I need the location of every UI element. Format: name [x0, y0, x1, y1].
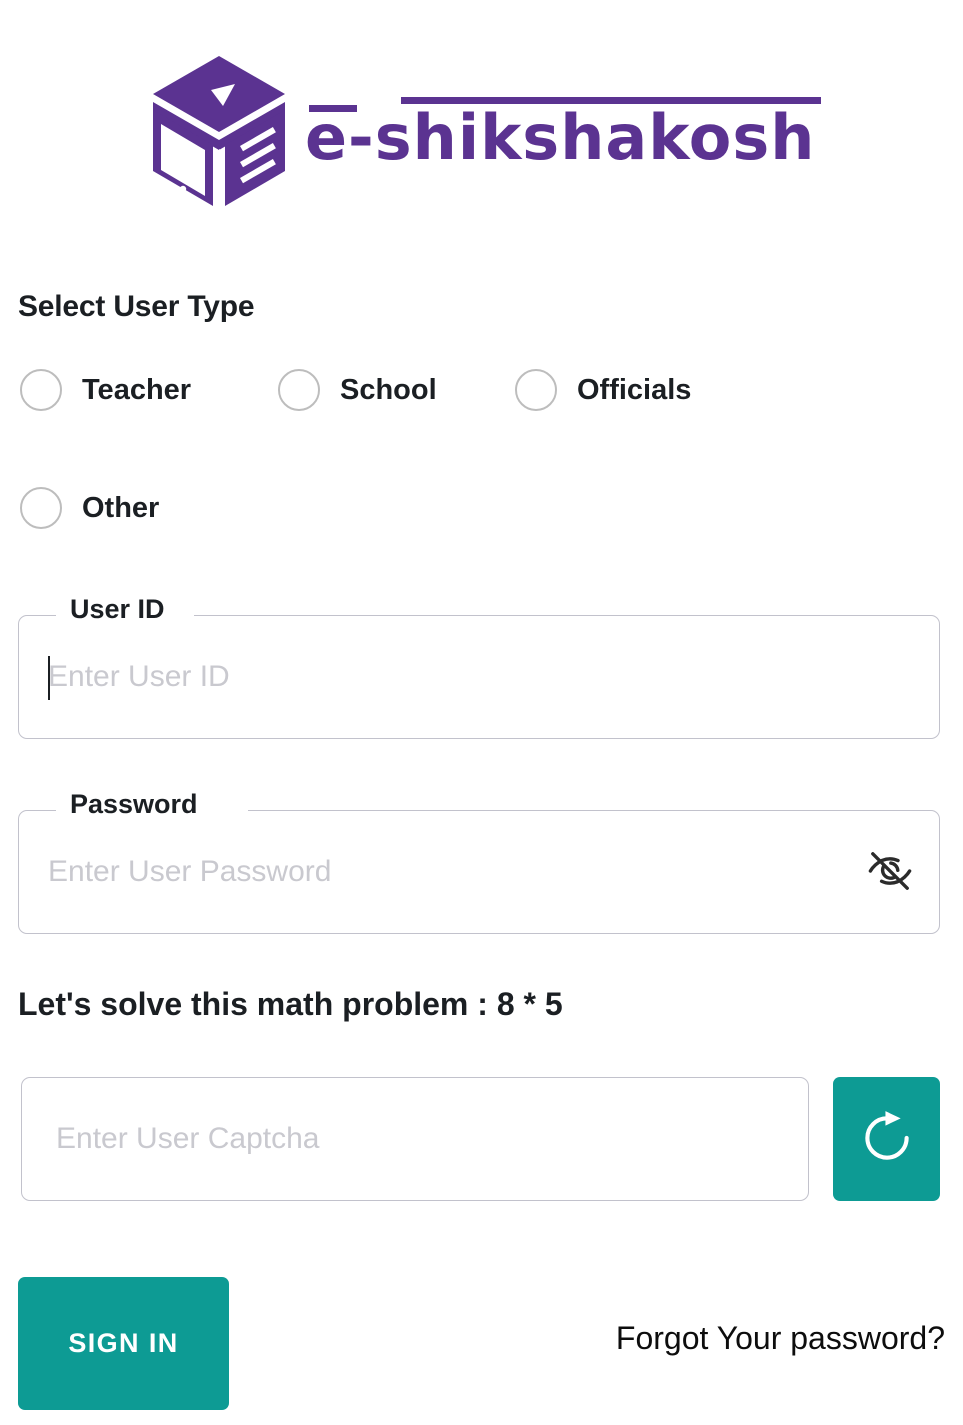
svg-text:e-shikshakosh: e-shikshakosh — [305, 101, 815, 174]
password-input[interactable] — [48, 810, 856, 934]
brand-wordmark: e-shikshakosh — [305, 70, 825, 190]
radio-label-school: School — [340, 373, 437, 406]
password-field[interactable]: Password — [18, 791, 940, 934]
forgot-password-link[interactable]: Forgot Your password? — [616, 1320, 945, 1357]
refresh-icon — [856, 1107, 918, 1172]
user-id-field[interactable]: User ID — [18, 596, 940, 739]
user-type-heading: Select User Type — [18, 290, 255, 323]
login-page: e-shikshakosh Select User Type Teacher S… — [0, 0, 963, 1425]
password-visibility-toggle[interactable] — [862, 844, 918, 900]
captcha-input[interactable] — [56, 1078, 788, 1200]
radio-label-officials: Officials — [577, 373, 692, 406]
radio-label-other: Other — [82, 491, 160, 524]
user-type-row-2: Other — [0, 478, 963, 538]
radio-option-school[interactable]: School — [278, 360, 437, 420]
sign-in-button[interactable]: SIGN IN — [18, 1277, 229, 1410]
radio-label-teacher: Teacher — [82, 373, 192, 406]
radio-unchecked-icon[interactable] — [20, 369, 62, 411]
radio-unchecked-icon[interactable] — [515, 369, 557, 411]
radio-option-other[interactable]: Other — [20, 478, 159, 538]
user-type-radio-group: Teacher School Officials Other — [0, 360, 963, 538]
brand-logo: e-shikshakosh — [0, 40, 963, 220]
isometric-book-cube-icon — [139, 50, 299, 210]
captcha-field[interactable] — [21, 1077, 809, 1201]
radio-option-officials[interactable]: Officials — [515, 360, 691, 420]
radio-unchecked-icon[interactable] — [20, 487, 62, 529]
user-id-input[interactable] — [48, 615, 856, 739]
captcha-refresh-button[interactable] — [833, 1077, 940, 1201]
captcha-question: Let's solve this math problem : 8 * 5 — [18, 986, 563, 1022]
radio-unchecked-icon[interactable] — [278, 369, 320, 411]
radio-option-teacher[interactable]: Teacher — [20, 360, 191, 420]
user-type-row-1: Teacher School Officials — [0, 360, 963, 420]
eye-off-icon — [866, 847, 914, 898]
